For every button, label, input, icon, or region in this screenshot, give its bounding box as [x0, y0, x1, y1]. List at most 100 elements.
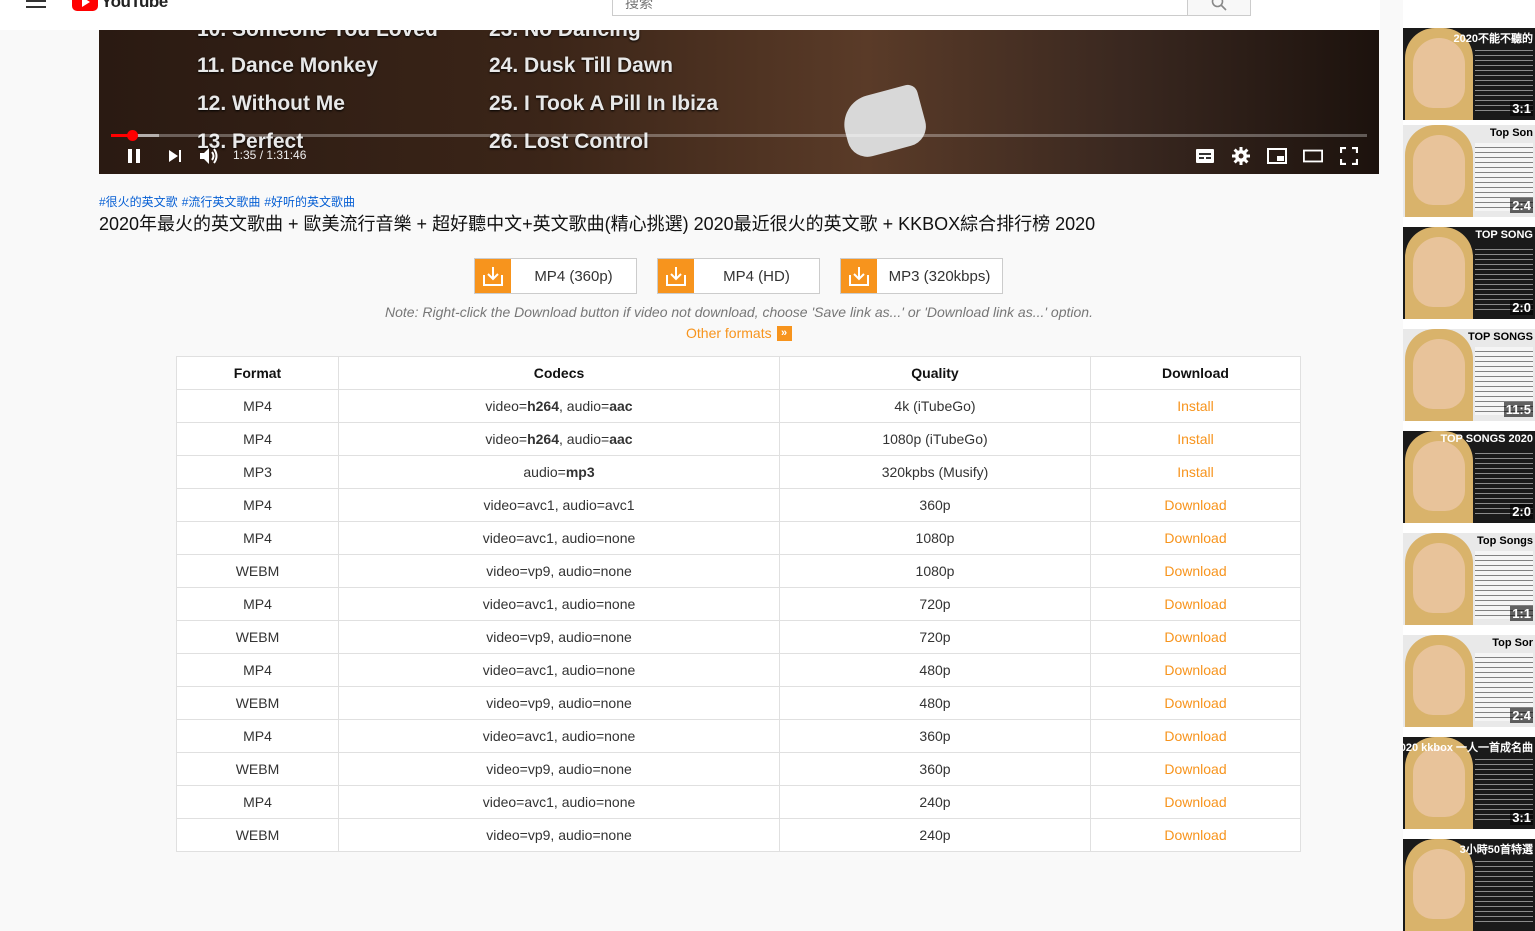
next-icon [169, 150, 181, 162]
download-icon [658, 259, 694, 293]
codecs-cell: video=vp9, audio=none [338, 554, 780, 588]
quality-cell: 720p [779, 587, 1091, 621]
codec-video-bold: h264 [527, 398, 559, 414]
pause-button[interactable] [124, 146, 144, 166]
related-video-thumbnail[interactable]: TOP SONG 2:0 [1403, 227, 1535, 319]
codec-text: video=avc1, audio=none [482, 596, 636, 612]
format-cell: WEBM [176, 818, 339, 852]
format-cell: MP4 [176, 785, 339, 819]
thumbnail-face [1413, 441, 1465, 511]
hashtag-link[interactable]: #很火的英文歌 [99, 195, 178, 209]
formats-table: Format Codecs Quality Download MP4 video=… [176, 356, 1301, 852]
hashtag-link[interactable]: #流行英文歌曲 [182, 195, 261, 209]
codec-audio-bold: mp3 [565, 464, 595, 480]
thumbnail-face [1413, 339, 1465, 409]
other-formats-label: Other formats [686, 325, 772, 341]
related-video-thumbnail[interactable]: 2020不能不聽的 3:1 [1403, 28, 1535, 120]
download-link[interactable]: Download [1090, 719, 1301, 753]
table-row: MP4 video=avc1, audio=none 720p Download [176, 587, 1301, 621]
install-link[interactable]: Install [1090, 422, 1301, 456]
related-video-thumbnail[interactable]: TOP SONGS 11:5 [1403, 329, 1535, 421]
double-chevron-right-icon: » [776, 325, 792, 341]
video-player[interactable]: 10. Someone You Loved 11. Dance Monkey 1… [99, 30, 1379, 174]
settings-button[interactable] [1231, 146, 1251, 166]
download-link[interactable]: Download [1090, 521, 1301, 555]
thumbnail-title: 3小時50首特選 [1459, 844, 1533, 856]
quality-cell: 480p [779, 653, 1091, 687]
codec-text: video=avc1, audio=avc1 [483, 497, 635, 513]
download-link[interactable]: Download [1090, 554, 1301, 588]
volume-button[interactable] [199, 146, 219, 166]
format-cell: MP4 [176, 587, 339, 621]
download-note: Note: Right-click the Download button if… [385, 304, 1093, 320]
search-icon [1211, 0, 1227, 11]
quality-cell: 1080p [779, 521, 1091, 555]
table-row: MP4 video=avc1, audio=none 480p Download [176, 653, 1301, 687]
thumbnail-title: 2020 kkbox 一人一首成名曲 [1403, 742, 1533, 754]
download-mp3-button[interactable]: MP3 (320kbps) [840, 258, 1003, 294]
fullscreen-icon [1340, 147, 1358, 165]
gear-icon [1232, 147, 1250, 165]
codecs-cell: video=vp9, audio=none [338, 686, 780, 720]
theater-mode-button[interactable] [1303, 146, 1323, 166]
table-row: MP4 video=avc1, audio=none 240p Download [176, 785, 1301, 819]
download-link[interactable]: Download [1090, 752, 1301, 786]
related-video-thumbnail[interactable]: Top Songs 1:1 [1403, 533, 1535, 625]
related-video-thumbnail[interactable]: Top Son 2:4 [1403, 125, 1535, 217]
install-link[interactable]: Install [1090, 455, 1301, 489]
hashtag-link[interactable]: #好听的英文歌曲 [264, 195, 355, 209]
next-button[interactable] [165, 146, 185, 166]
codec-text: video=vp9, audio=none [486, 827, 632, 843]
download-icon [841, 259, 877, 293]
codec-text: video= [485, 398, 528, 414]
download-link[interactable]: Download [1090, 653, 1301, 687]
related-video-thumbnail[interactable]: TOP SONGS 2020 2:0 [1403, 431, 1535, 523]
thumbnail-face [1413, 135, 1465, 205]
format-cell: MP4 [176, 719, 339, 753]
codecs-cell: video=avc1, audio=none [338, 653, 780, 687]
search-button[interactable] [1187, 0, 1251, 16]
download-mp4-360-button[interactable]: MP4 (360p) [474, 258, 637, 294]
download-link[interactable]: Download [1090, 587, 1301, 621]
progress-scrubber[interactable] [127, 130, 138, 141]
song-line: 10. Someone You Loved [197, 30, 438, 42]
song-line: 11. Dance Monkey [197, 54, 378, 77]
fullscreen-button[interactable] [1339, 146, 1359, 166]
search-box[interactable] [612, 0, 1211, 16]
codec-text: video=vp9, audio=none [486, 695, 632, 711]
thumbnail-duration: 11:5 [1503, 402, 1533, 417]
download-link[interactable]: Download [1090, 686, 1301, 720]
format-cell: MP4 [176, 653, 339, 687]
table-row: MP4 video=h264, audio=aac 4k (iTubeGo) Inst… [176, 389, 1301, 423]
download-link[interactable]: Download [1090, 488, 1301, 522]
menu-icon[interactable] [26, 0, 46, 14]
progress-bar[interactable] [111, 130, 1367, 141]
youtube-logo[interactable]: YouTube [72, 0, 168, 12]
related-video-thumbnail[interactable]: 3小時50首特選 [1403, 839, 1535, 931]
format-cell: WEBM [176, 620, 339, 654]
codec-text: video=vp9, audio=none [486, 761, 632, 777]
install-link[interactable]: Install [1090, 389, 1301, 423]
download-mp4-hd-button[interactable]: MP4 (HD) [657, 258, 820, 294]
format-cell: MP4 [176, 488, 339, 522]
quality-cell: 1080p [779, 554, 1091, 588]
related-video-thumbnail[interactable]: Top Sor 2:4 [1403, 635, 1535, 727]
download-link[interactable]: Download [1090, 818, 1301, 852]
quality-cell: 240p [779, 818, 1091, 852]
search-input[interactable] [613, 0, 1211, 15]
thumbnail-title: Top Sor [1492, 637, 1533, 649]
song-line: 23. No Dancing [489, 30, 641, 42]
quality-cell: 240p [779, 785, 1091, 819]
miniplayer-button[interactable] [1267, 146, 1287, 166]
thumbnail-face [1413, 38, 1465, 108]
codec-text: video=vp9, audio=none [486, 563, 632, 579]
codec-video-bold: h264 [527, 431, 559, 447]
thumbnail-face [1413, 849, 1465, 919]
subtitles-button[interactable] [1195, 146, 1215, 166]
related-video-thumbnail[interactable]: 2020 kkbox 一人一首成名曲 3:1 [1403, 737, 1535, 829]
codecs-cell: video=avc1, audio=avc1 [338, 488, 780, 522]
download-link[interactable]: Download [1090, 785, 1301, 819]
other-formats-link[interactable]: Other formats » [686, 325, 792, 341]
codecs-cell: video=vp9, audio=none [338, 620, 780, 654]
download-link[interactable]: Download [1090, 620, 1301, 654]
